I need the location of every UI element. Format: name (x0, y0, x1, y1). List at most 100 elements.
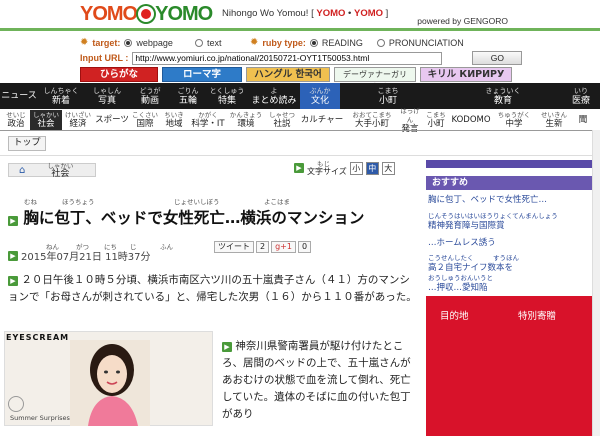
sidebar-header-bar (426, 160, 600, 168)
nav-item-gorin[interactable]: ごりん 五輪 (170, 83, 206, 109)
subnav-divider (0, 130, 600, 131)
gear-icon: ✹ (80, 37, 89, 48)
font-size-control: ▶ もじ 文字サイズ 小 中 大 (294, 160, 395, 176)
nav-item-kyoiku[interactable]: きょういく 教育 (436, 83, 570, 109)
nav-item-news[interactable]: ニュース (0, 83, 38, 109)
font-size-small-button[interactable]: 小 (349, 161, 363, 175)
tagline: Nihongo Wo Yomou! [ YOMO • YOMO ] (222, 8, 388, 19)
subnav-item-kokusai[interactable]: こくさい 国際 (130, 110, 160, 130)
ad-brand: EYESCREAM (6, 333, 70, 342)
tab-hangul[interactable]: ハングル 한국어 (246, 67, 330, 82)
nav-item-matome[interactable]: よまとめ読み (248, 83, 300, 109)
target-text-radio[interactable] (194, 38, 203, 47)
subnav-item-kagaku[interactable]: かがく 科学・IT (188, 110, 228, 130)
speaker-icon[interactable]: ▶ (8, 250, 18, 261)
date-ruby-2: がつ (76, 243, 89, 251)
input-url-label: Input URL : (80, 53, 129, 63)
sidebar-red-label-2: 特別寄贈 (518, 311, 557, 322)
target-text-label: text (206, 37, 222, 48)
nav-ruby: しんちゃく (43, 87, 79, 95)
ruby-reading-radio[interactable] (309, 38, 318, 47)
nav-ruby: こまち (377, 87, 399, 95)
subnav-label: 社会 (37, 119, 55, 129)
tab-devanagari[interactable]: デーヴァナーガリー हिन्दी (334, 67, 416, 92)
nav-item-photo[interactable]: しゃしん 写真 (84, 83, 130, 109)
subnav-item-seishin[interactable]: せいきん 生新 (534, 110, 574, 130)
ruby-pronunciation-radio[interactable] (376, 38, 385, 47)
headline-ruby-4: よこはま (264, 198, 290, 206)
nav-label: 五輪 (178, 96, 197, 106)
date-ruby-1: ねん (46, 243, 59, 251)
go-button[interactable]: GO (472, 51, 523, 65)
subnav-item-sports[interactable]: スポーツ (94, 110, 130, 130)
headline-text: 胸に包丁、ベッドで女性死亡…横浜のマンション (23, 209, 365, 227)
breadcrumb-section-label: 社会 (51, 169, 70, 179)
paragraph-2-text: 神奈川県警南署員が駆け付けたところ、居間のベッドの上で、五十嵐さんがあおむけの状… (222, 340, 411, 420)
subnav-label: 大手小町 (354, 119, 389, 129)
ruby-pronunciation-label: PRONUNCIATION (388, 37, 464, 48)
gplus-button[interactable]: g+1 (271, 241, 296, 253)
logo-dot-icon (138, 6, 155, 22)
speaker-icon[interactable]: ▶ (294, 163, 304, 173)
breadcrumb-section[interactable]: しゃかい 社会 (47, 162, 73, 179)
tweet-button[interactable]: ツイート (214, 241, 254, 253)
subnav-item-chiiki[interactable]: ちいき 地域 (160, 110, 188, 130)
sidebar-item-2[interactable]: 精神発育障与国際賞 (428, 219, 505, 231)
headline-ruby-2: ほうちょう (62, 198, 95, 206)
subnav-label: 経済 (69, 119, 87, 129)
nav-label: 動画 (140, 96, 159, 106)
subnav-item-shakai[interactable]: しゃかい 社会 (30, 110, 62, 130)
subnav-item-bun[interactable]: 聞 (574, 110, 592, 130)
subnav-label: 政治 (7, 119, 25, 129)
subnav-item-keizai[interactable]: けいざい 経済 (62, 110, 94, 130)
subnav-item-chugaku[interactable]: ちゅうがく 中学 (494, 110, 534, 130)
nav-item-tokushu[interactable]: とくしゅう 特集 (206, 83, 248, 109)
mode-tabs: ひらがな ローマ字 alphabet ハングル 한국어 デーヴァナーガリー हि… (80, 67, 512, 93)
font-size-medium-button[interactable]: 中 (365, 161, 379, 175)
tab-romaji[interactable]: ローマ字 alphabet (162, 67, 242, 93)
tab-cyrillic[interactable]: キリル КИРИРУ (420, 67, 512, 82)
speaker-icon[interactable]: ▶ (8, 276, 18, 286)
ad-model-image (70, 340, 150, 426)
font-size-large-button[interactable]: 大 (381, 161, 395, 175)
subnav-item-culture[interactable]: カルチャー (300, 110, 344, 130)
yomoyomo-logo[interactable]: YOMO YOMO (80, 2, 213, 25)
subnav-item-shasetsu[interactable]: しゃせつ 社説 (264, 110, 300, 130)
sidebar-item-5[interactable]: …押収…愛知陥 (428, 281, 488, 293)
breadcrumb-top-button[interactable]: トップ (8, 136, 46, 151)
subnav-item-otekomachi[interactable]: おおてこまち 大手小町 (346, 110, 398, 130)
nav-item-shinchaku[interactable]: しんちゃく 新着 (38, 83, 84, 109)
home-icon[interactable]: ⌂ (19, 165, 25, 176)
subnav-item-hatsugen[interactable]: はっげん 発言 (398, 106, 422, 134)
sidebar-red-ad[interactable]: 目的地 特別寄贈 (426, 296, 600, 436)
url-input[interactable] (132, 51, 443, 65)
font-size-label: 文字サイズ (307, 167, 347, 176)
speaker-icon[interactable]: ▶ (222, 342, 232, 352)
subnav-label: 中学 (505, 119, 523, 129)
nav-item-iryo[interactable]: いり 医療 (570, 83, 592, 109)
subnav-item-seiji[interactable]: せいじ 政治 (2, 110, 30, 130)
nav-item-video[interactable]: どうが 動画 (130, 83, 170, 109)
sidebar-heading-text: おすすめ (432, 178, 469, 188)
nav-label: 写真 (97, 96, 116, 106)
sidebar-item-1[interactable]: 胸に包丁、ベッドで女性死亡… (428, 193, 547, 205)
page-scrollbar[interactable] (592, 130, 600, 436)
subnav-item-kankyo[interactable]: かんきょう 環境 (228, 110, 264, 130)
subnav-ruby: はっげん (400, 106, 420, 124)
headline-ruby-3: じょせいしぼう (174, 198, 220, 206)
nav-label: 小町 (378, 96, 397, 106)
subnav-item-komachi[interactable]: こまち 小町 (422, 110, 450, 130)
subnav-label: 生新 (545, 119, 563, 129)
sidebar-item-3[interactable]: …ホームレス誘う (428, 236, 496, 248)
nav-ruby: ごりん (177, 87, 199, 95)
target-webpage-radio[interactable] (124, 38, 133, 47)
tagline-red-2: YOMO (354, 8, 384, 19)
gplus-count: 0 (297, 241, 312, 253)
nav-item-bunka[interactable]: ぶんか 文化 (300, 83, 340, 109)
speaker-icon[interactable]: ▶ (8, 216, 18, 226)
tab-hiragana[interactable]: ひらがな (80, 67, 158, 82)
header-divider (0, 28, 600, 31)
subnav-item-kodomo[interactable]: KODOMO (450, 110, 492, 130)
nav-item-komachi[interactable]: こまち 小町 (340, 83, 436, 109)
logo-text-1: YOMO (80, 2, 138, 25)
